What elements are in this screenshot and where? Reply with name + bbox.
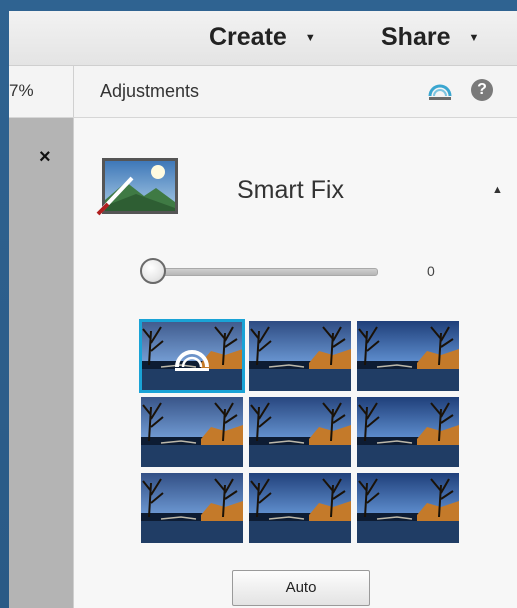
window-frame: Create ▼ Share ▼ 7% Adjustments ? × Smar… — [0, 0, 517, 608]
auto-button[interactable]: Auto — [232, 570, 370, 606]
top-bar: Create ▼ Share ▼ — [9, 11, 517, 66]
slider-value: 0 — [427, 263, 435, 279]
share-menu-label: Share — [381, 23, 451, 51]
reset-arc-icon[interactable] — [427, 80, 453, 102]
preset-thumbnail[interactable] — [249, 321, 351, 391]
preset-thumbnail[interactable] — [249, 397, 351, 467]
panel-title: Adjustments — [100, 81, 200, 101]
preset-grid — [139, 319, 459, 543]
caret-down-icon: ▼ — [468, 31, 480, 44]
preset-thumbnail[interactable] — [357, 321, 459, 391]
panel-header-bar: 7% Adjustments ? — [9, 66, 517, 118]
divider — [73, 66, 74, 117]
slider-handle[interactable] — [140, 258, 166, 284]
slider-track — [150, 268, 378, 276]
app-window: Create ▼ Share ▼ 7% Adjustments ? × Smar… — [9, 11, 517, 608]
preset-thumbnail[interactable] — [357, 473, 459, 543]
smart-fix-slider[interactable] — [140, 258, 384, 284]
caret-down-icon: ▼ — [304, 31, 316, 44]
create-menu-label: Create — [209, 23, 287, 51]
zoom-readout: 7% — [9, 81, 34, 100]
smart-fix-title: Smart Fix — [237, 176, 344, 204]
adjustments-panel: Smart Fix ▲ 0 Auto — [73, 118, 517, 608]
preset-thumbnail[interactable] — [141, 473, 243, 543]
preset-thumbnail[interactable] — [249, 473, 351, 543]
help-glyph: ? — [477, 81, 487, 98]
help-icon[interactable]: ? — [471, 79, 493, 101]
caret-up-icon[interactable]: ▲ — [492, 184, 503, 196]
preset-thumbnail[interactable] — [141, 397, 243, 467]
preset-thumbnail[interactable] — [357, 397, 459, 467]
smart-fix-icon — [96, 158, 178, 216]
preset-thumbnail[interactable] — [139, 319, 245, 393]
left-panel: × — [9, 118, 73, 608]
close-icon[interactable]: × — [39, 146, 51, 169]
create-menu[interactable]: Create ▼ — [209, 23, 316, 52]
reset-arc-icon — [175, 350, 209, 371]
share-menu[interactable]: Share ▼ — [381, 23, 479, 52]
